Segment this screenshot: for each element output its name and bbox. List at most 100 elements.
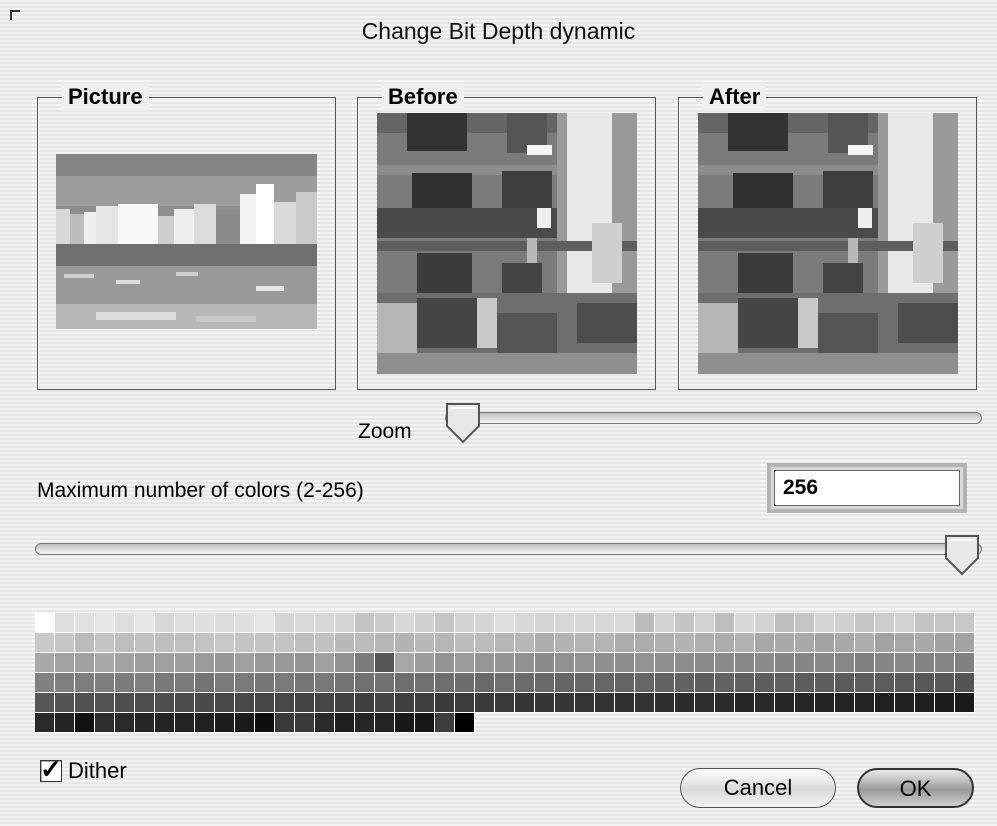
palette-swatch — [175, 653, 195, 673]
palette-swatch — [175, 713, 195, 733]
palette-swatch — [155, 613, 175, 633]
palette-swatch — [195, 693, 215, 713]
palette-swatch — [255, 693, 275, 713]
palette-swatch — [955, 653, 975, 673]
zoom-label: Zoom — [358, 420, 412, 443]
palette-swatch — [895, 693, 915, 713]
palette-swatch — [375, 653, 395, 673]
max-colors-input[interactable] — [774, 470, 960, 506]
palette-swatch — [935, 653, 955, 673]
palette-swatch — [615, 673, 635, 693]
palette-swatch — [455, 693, 475, 713]
palette-swatch — [55, 633, 75, 653]
palette-swatch — [835, 673, 855, 693]
palette-swatch — [795, 693, 815, 713]
palette-swatch — [515, 633, 535, 653]
palette-swatch — [315, 633, 335, 653]
palette-swatch — [815, 633, 835, 653]
palette-swatch — [35, 693, 55, 713]
palette-swatch — [335, 693, 355, 713]
palette-swatch — [295, 653, 315, 673]
palette-swatch — [135, 653, 155, 673]
palette-swatch — [195, 653, 215, 673]
palette-swatch — [495, 693, 515, 713]
colors-slider-thumb[interactable] — [944, 534, 980, 576]
palette-swatch — [255, 673, 275, 693]
palette-swatch — [395, 633, 415, 653]
palette-swatch — [935, 673, 955, 693]
palette-swatch — [255, 613, 275, 633]
palette-swatch — [615, 613, 635, 633]
zoom-slider-track[interactable] — [445, 412, 982, 424]
palette-swatch — [75, 713, 95, 733]
after-group: After — [678, 83, 977, 390]
after-preview-image — [698, 113, 958, 374]
palette-swatch — [355, 653, 375, 673]
palette-swatch — [775, 673, 795, 693]
max-colors-field-frame — [767, 463, 967, 513]
palette-swatch — [95, 713, 115, 733]
palette-swatch — [875, 693, 895, 713]
palette-swatch — [715, 613, 735, 633]
palette-swatch — [535, 633, 555, 653]
palette-swatch — [795, 653, 815, 673]
color-palette — [35, 613, 976, 733]
palette-swatch — [435, 673, 455, 693]
palette-swatch — [735, 693, 755, 713]
palette-swatch — [135, 633, 155, 653]
palette-swatch — [655, 613, 675, 633]
colors-slider-track[interactable] — [35, 543, 982, 555]
ok-button[interactable]: OK — [857, 768, 974, 808]
cancel-button[interactable]: Cancel — [680, 768, 836, 808]
palette-swatch — [215, 693, 235, 713]
palette-swatch — [755, 693, 775, 713]
dither-checkbox-row[interactable]: ✓ Dither — [40, 754, 127, 784]
palette-swatch — [915, 673, 935, 693]
palette-swatch — [135, 713, 155, 733]
palette-swatch — [75, 633, 95, 653]
dither-checkbox[interactable]: ✓ — [40, 754, 62, 784]
zoom-slider-thumb[interactable] — [445, 402, 481, 444]
palette-swatch — [855, 613, 875, 633]
palette-swatch — [955, 633, 975, 653]
palette-swatch — [175, 673, 195, 693]
palette-swatch — [415, 693, 435, 713]
palette-swatch — [375, 633, 395, 653]
palette-swatch — [775, 633, 795, 653]
palette-swatch — [155, 713, 175, 733]
palette-swatch — [275, 653, 295, 673]
palette-swatch — [355, 673, 375, 693]
palette-swatch — [155, 633, 175, 653]
palette-swatch — [555, 693, 575, 713]
palette-swatch — [695, 693, 715, 713]
palette-swatch — [55, 653, 75, 673]
palette-swatch — [835, 633, 855, 653]
palette-swatch — [295, 713, 315, 733]
palette-swatch — [475, 693, 495, 713]
palette-swatch — [475, 613, 495, 633]
palette-swatch — [235, 673, 255, 693]
palette-swatch — [655, 633, 675, 653]
palette-swatch — [195, 713, 215, 733]
palette-swatch — [675, 693, 695, 713]
palette-swatch — [935, 633, 955, 653]
palette-swatch — [435, 653, 455, 673]
palette-swatch — [555, 653, 575, 673]
palette-swatch — [215, 633, 235, 653]
palette-swatch — [715, 653, 735, 673]
picture-group: Picture — [37, 83, 336, 390]
palette-swatch — [875, 673, 895, 693]
palette-swatch — [635, 633, 655, 653]
palette-swatch — [795, 613, 815, 633]
palette-swatch — [175, 613, 195, 633]
picture-thumbnail[interactable] — [56, 154, 317, 329]
palette-swatch — [215, 673, 235, 693]
palette-swatch — [75, 693, 95, 713]
palette-swatch — [535, 673, 555, 693]
palette-swatch — [795, 633, 815, 653]
window-corner-icon — [10, 10, 20, 20]
palette-swatch — [555, 613, 575, 633]
checkmark-icon: ✓ — [40, 754, 62, 784]
palette-swatch — [35, 673, 55, 693]
palette-swatch — [215, 613, 235, 633]
